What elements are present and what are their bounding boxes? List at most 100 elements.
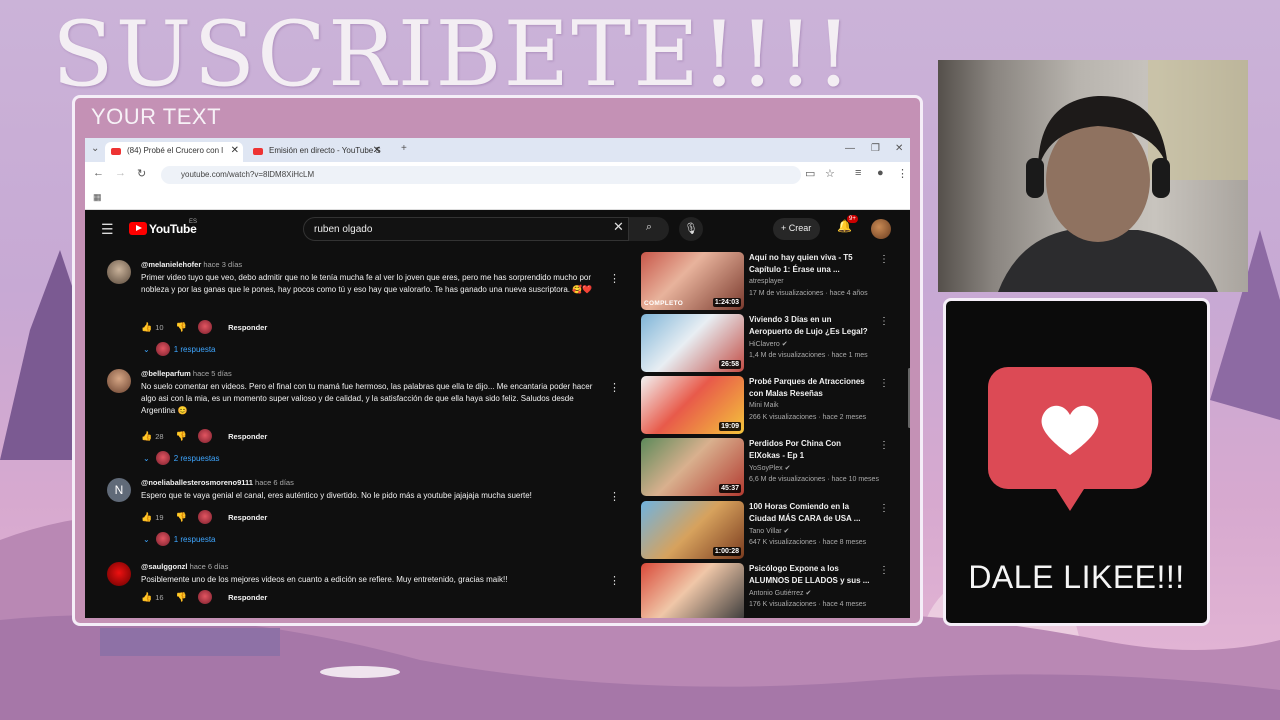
comment-avatar[interactable] [107,562,131,586]
view-replies-button[interactable]: ⌄ 1 respuesta [143,532,216,546]
comment-avatar[interactable]: N [107,478,131,502]
video-channel[interactable]: HiClavero ✔ [749,340,788,348]
comment-author[interactable]: @belleparfum [141,369,191,378]
thumbs-down-icon[interactable]: 👎 [176,592,187,602]
thumbs-down-icon[interactable]: 👎 [176,512,187,522]
hamburger-menu-icon[interactable]: ☰ [101,221,114,238]
comment-avatar[interactable] [107,369,131,393]
video-meta: 6,6 M de visualizaciones · hace 10 meses [749,476,879,483]
subscribe-headline: SUSCRIBETE!!!! [52,2,854,107]
comment-avatar[interactable] [107,260,131,284]
creator-avatar-icon [155,451,170,465]
new-tab-icon[interactable]: + [401,143,407,154]
video-more-icon[interactable]: ⋮ [879,378,889,389]
reply-button[interactable]: Responder [228,323,267,332]
comment-more-icon[interactable]: ⋮ [609,490,620,503]
comment-more-icon[interactable]: ⋮ [609,381,620,394]
video-channel[interactable]: YoSoyPlex ✔ [749,464,790,472]
video-title[interactable]: Psicólogo Expone a los ALUMNOS DE LLADOS… [749,563,873,587]
video-title[interactable]: Perdidos Por China Con ElXokas - Ep 1 [749,438,873,462]
tab-search-icon[interactable]: ⌄ [91,143,99,154]
comment-text: Primer video tuyo que veo, debo admitir … [141,273,593,294]
minimize-icon[interactable]: — [845,143,855,154]
close-tab-icon[interactable]: ✕ [373,145,381,156]
video-more-icon[interactable]: ⋮ [879,565,889,576]
close-window-icon[interactable]: ✕ [895,143,903,154]
search-button[interactable]: ⌕ [629,217,669,241]
video-channel[interactable]: Antonio Gutiérrez ✔ [749,589,811,597]
create-button[interactable]: + Crear [773,218,821,240]
youtube-logo[interactable]: YouTube [129,222,197,236]
comment-more-icon[interactable]: ⋮ [609,272,620,285]
profile-icon[interactable]: ● [877,167,884,179]
video-thumbnail[interactable]: 1:00:28 [641,501,744,559]
view-replies-button[interactable]: ⌄ 1 respuesta [143,342,216,356]
close-tab-icon[interactable]: ✕ [231,145,239,156]
screen-share-panel: YOUR TEXT ⌄ (84) Probé el Crucero con l … [72,95,923,626]
thumbs-up-icon[interactable]: 👍 [141,322,152,332]
voice-search-button[interactable]: 🎙 [679,217,703,241]
video-channel[interactable]: Tano Villar ✔ [749,527,789,535]
video-more-icon[interactable]: ⋮ [879,440,889,451]
clear-search-icon[interactable]: ✕ [613,219,624,235]
cast-icon[interactable]: ▭ [805,167,815,180]
video-thumbnail[interactable]: 45:37 [641,438,744,496]
page-scrollbar[interactable] [908,368,910,428]
video-card[interactable]: 45:37 Perdidos Por China Con ElXokas - E… [641,438,901,496]
create-label: Crear [788,223,812,233]
creator-heart-icon [197,590,212,604]
video-card[interactable]: 19:09 Probé Parques de Atracciones con M… [641,376,901,434]
creator-avatar-icon [155,532,170,546]
youtube-favicon-icon [111,148,121,155]
menu-kebab-icon[interactable]: ⋮ [897,167,908,180]
video-card[interactable]: COMPLETO 1:24:03 Aquí no hay quien viva … [641,252,901,310]
view-replies-button[interactable]: ⌄ 2 respuestas [143,451,220,465]
video-title[interactable]: Aquí no hay quien viva - T5 Capítulo 1: … [749,252,873,276]
url-text: youtube.com/watch?v=8lDM8XiHcLM [181,170,315,179]
thumbs-up-icon[interactable]: 👍 [141,431,152,441]
video-more-icon[interactable]: ⋮ [879,316,889,327]
comment-author[interactable]: @saulggonzl [141,562,187,571]
tab-active[interactable]: (84) Probé el Crucero con l ✕ [105,142,243,162]
video-card[interactable]: Psicólogo Expone a los ALUMNOS DE LLADOS… [641,563,901,618]
video-card[interactable]: 1:00:28 100 Horas Comiendo en la Ciudad … [641,501,901,559]
video-channel[interactable]: atresplayer [749,278,784,285]
media-icon[interactable]: ≡ [855,167,861,179]
thumbs-up-icon[interactable]: 👍 [141,512,152,522]
comment-actions: 👍 16 👎 Responder [141,590,267,604]
comment-author[interactable]: @noeliaballesterosmoreno9111 [141,478,253,487]
video-more-icon[interactable]: ⋮ [879,254,889,265]
bookmark-star-icon[interactable]: ☆ [825,167,835,180]
video-more-icon[interactable]: ⋮ [879,503,889,514]
reply-button[interactable]: Responder [228,593,267,602]
video-channel[interactable]: Mini Maik [749,402,779,409]
restore-icon[interactable]: ❐ [871,143,880,154]
video-title[interactable]: Probé Parques de Atracciones con Malas R… [749,376,873,400]
forward-icon[interactable]: → [115,167,126,179]
comment-text: No suelo comentar en videos. Pero el fin… [141,382,593,415]
tab-inactive[interactable]: Emisión en directo - YouTube S ✕ [247,142,385,162]
reload-icon[interactable]: ↻ [137,167,146,180]
video-thumbnail[interactable]: 26:58 [641,314,744,372]
back-icon[interactable]: ← [93,167,104,179]
video-title[interactable]: Viviendo 3 Días en un Aeropuerto de Lujo… [749,314,873,338]
region-code: ES [189,219,198,225]
search-input[interactable]: ruben olgado [303,217,629,241]
reply-button[interactable]: Responder [228,513,267,522]
thumbs-down-icon[interactable]: 👎 [176,322,187,332]
comment-header: @saulggonzl hace 6 días [141,562,228,571]
reply-button[interactable]: Responder [228,432,267,441]
video-thumbnail[interactable]: COMPLETO 1:24:03 [641,252,744,310]
video-thumbnail[interactable]: 19:09 [641,376,744,434]
thumbs-up-icon[interactable]: 👍 [141,592,152,602]
comment-author[interactable]: @melanielehofer [141,260,201,269]
video-thumbnail[interactable] [641,563,744,618]
video-title[interactable]: 100 Horas Comiendo en la Ciudad MÁS CARA… [749,501,873,525]
comment-more-icon[interactable]: ⋮ [609,574,620,587]
thumbs-down-icon[interactable]: 👎 [176,431,187,441]
account-avatar[interactable] [871,219,891,239]
apps-grid-icon[interactable]: ▦ [93,192,102,203]
url-field[interactable]: youtube.com/watch?v=8lDM8XiHcLM [161,166,801,184]
panel-label: YOUR TEXT [91,104,222,129]
video-card[interactable]: 26:58 Viviendo 3 Días en un Aeropuerto d… [641,314,901,372]
